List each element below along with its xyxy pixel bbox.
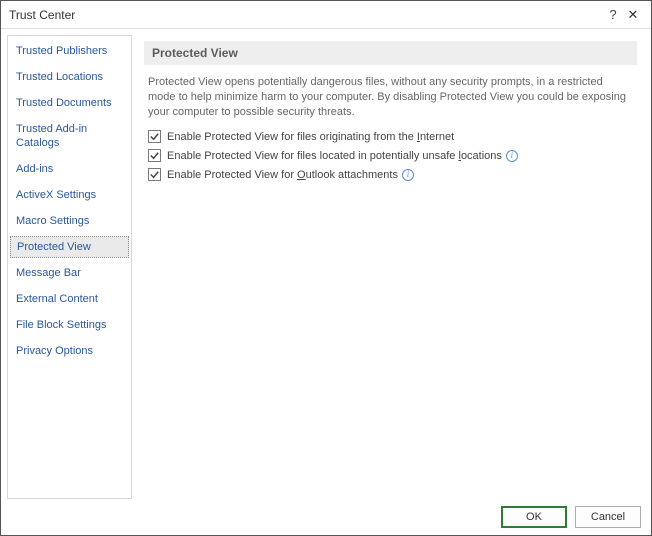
cancel-button[interactable]: Cancel xyxy=(575,506,641,528)
sidebar-item-external-content[interactable]: External Content xyxy=(8,288,131,310)
option-label: Enable Protected View for Outlook attach… xyxy=(167,169,398,181)
ok-button[interactable]: OK xyxy=(501,506,567,528)
sidebar-item-add-ins[interactable]: Add-ins xyxy=(8,158,131,180)
section-header: Protected View xyxy=(144,41,637,65)
trust-center-window: Trust Center ? ✕ Trusted Publishers Trus… xyxy=(0,0,652,536)
title-bar: Trust Center ? ✕ xyxy=(1,1,651,29)
option-label: Enable Protected View for files originat… xyxy=(167,131,454,143)
sidebar-item-trusted-locations[interactable]: Trusted Locations xyxy=(8,66,131,88)
help-icon[interactable]: ? xyxy=(603,7,623,22)
checkbox-outlook-attachments[interactable] xyxy=(148,168,161,181)
sidebar-item-privacy-options[interactable]: Privacy Options xyxy=(8,340,131,362)
checkbox-internet[interactable] xyxy=(148,130,161,143)
checkbox-unsafe-locations[interactable] xyxy=(148,149,161,162)
dialog-body: Trusted Publishers Trusted Locations Tru… xyxy=(1,29,651,499)
sidebar: Trusted Publishers Trusted Locations Tru… xyxy=(7,35,132,499)
window-title: Trust Center xyxy=(9,8,603,22)
close-icon[interactable]: ✕ xyxy=(623,7,643,23)
option-outlook-attachments[interactable]: Enable Protected View for Outlook attach… xyxy=(148,168,637,181)
sidebar-item-message-bar[interactable]: Message Bar xyxy=(8,262,131,284)
option-label: Enable Protected View for files located … xyxy=(167,150,502,162)
section-description: Protected View opens potentially dangero… xyxy=(148,75,633,120)
dialog-footer: OK Cancel xyxy=(1,499,651,535)
option-internet[interactable]: Enable Protected View for files originat… xyxy=(148,130,637,143)
sidebar-item-file-block-settings[interactable]: File Block Settings xyxy=(8,314,131,336)
sidebar-item-protected-view[interactable]: Protected View xyxy=(10,236,129,258)
info-icon[interactable]: i xyxy=(402,169,414,181)
sidebar-item-activex-settings[interactable]: ActiveX Settings xyxy=(8,184,131,206)
sidebar-item-trusted-documents[interactable]: Trusted Documents xyxy=(8,92,131,114)
main-panel: Protected View Protected View opens pote… xyxy=(132,35,645,499)
sidebar-item-macro-settings[interactable]: Macro Settings xyxy=(8,210,131,232)
sidebar-item-trusted-publishers[interactable]: Trusted Publishers xyxy=(8,40,131,62)
sidebar-item-trusted-addin-catalogs[interactable]: Trusted Add-in Catalogs xyxy=(8,118,131,154)
info-icon[interactable]: i xyxy=(506,150,518,162)
option-unsafe-locations[interactable]: Enable Protected View for files located … xyxy=(148,149,637,162)
